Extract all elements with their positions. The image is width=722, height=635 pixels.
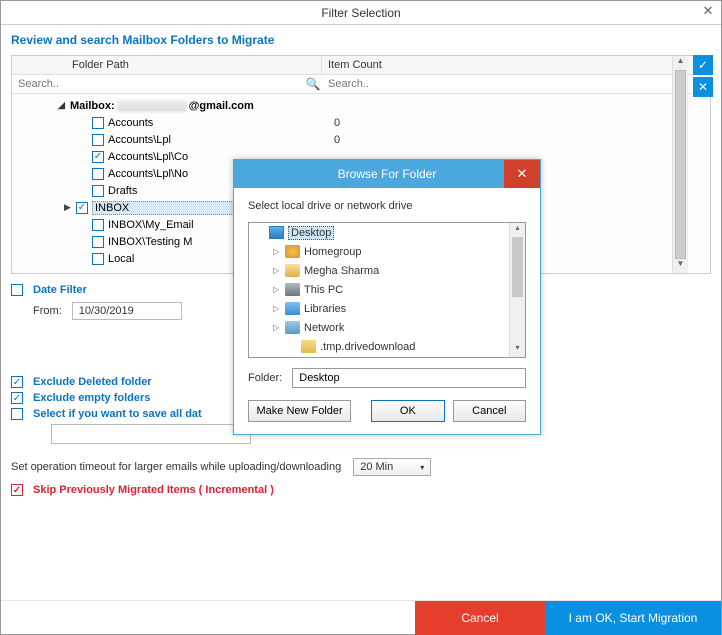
- exclude-empty-label: Exclude empty folders: [33, 392, 150, 404]
- drive-tree-item[interactable]: Desktop: [249, 223, 525, 242]
- folder-name-input[interactable]: [292, 368, 526, 388]
- row-checkbox[interactable]: [92, 117, 104, 129]
- folder-field-label: Folder:: [248, 372, 282, 384]
- expand-icon[interactable]: ▶: [64, 202, 76, 213]
- table-row[interactable]: Accounts\Lpl0: [12, 131, 710, 148]
- mailbox-row[interactable]: ◢ Mailbox: @gmail.com: [12, 97, 710, 114]
- skip-migrated-checkbox[interactable]: [11, 484, 23, 496]
- scroll-down-icon[interactable]: ▼: [673, 259, 688, 273]
- tree-item-label: This PC: [304, 284, 343, 296]
- make-new-folder-button[interactable]: Make New Folder: [248, 400, 351, 422]
- col-header-path[interactable]: Folder Path: [12, 56, 322, 74]
- dialog-instruction: Select local drive or network drive: [248, 200, 526, 212]
- expand-icon[interactable]: ▷: [273, 247, 281, 256]
- drive-tree-item[interactable]: .tmp.drivedownload: [249, 337, 525, 356]
- tree-item-label: Megha Sharma: [304, 265, 379, 277]
- search-count-input[interactable]: [322, 75, 692, 93]
- start-migration-button[interactable]: I am OK, Start Migration: [545, 601, 721, 635]
- lib-icon: [285, 302, 300, 315]
- tree-item-label: .tmp.drivedownload: [320, 341, 415, 353]
- window-title: Filter Selection: [321, 6, 400, 20]
- dialog-ok-button[interactable]: OK: [371, 400, 444, 422]
- titlebar: Filter Selection ✕: [1, 1, 721, 25]
- search-path-input[interactable]: [12, 75, 304, 93]
- row-checkbox[interactable]: [92, 185, 104, 197]
- cancel-button[interactable]: Cancel: [415, 601, 545, 635]
- chevron-down-icon: ▾: [420, 463, 424, 472]
- row-label: Accounts\Lpl: [108, 134, 334, 146]
- exclude-empty-checkbox[interactable]: [11, 392, 23, 404]
- row-label: Accounts: [108, 117, 334, 129]
- row-count: 0: [334, 117, 340, 129]
- scroll-down-icon[interactable]: ▾: [510, 343, 525, 357]
- home-icon: [285, 245, 300, 258]
- scroll-thumb[interactable]: [512, 237, 523, 297]
- expand-icon[interactable]: ▷: [273, 323, 281, 332]
- grid-scrollbar[interactable]: ▲ ▼: [672, 56, 688, 273]
- row-checkbox[interactable]: [92, 253, 104, 265]
- date-filter-checkbox[interactable]: [11, 284, 23, 296]
- footer: Cancel I am OK, Start Migration: [1, 600, 721, 634]
- select-all-button[interactable]: ✓: [693, 55, 713, 75]
- tree-item-label: Network: [304, 322, 344, 334]
- save-path-input[interactable]: [51, 424, 251, 444]
- row-checkbox[interactable]: [92, 134, 104, 146]
- row-count: 0: [334, 134, 340, 146]
- row-checkbox[interactable]: [92, 236, 104, 248]
- dialog-titlebar: Browse For Folder ✕: [234, 160, 540, 188]
- dialog-close-button[interactable]: ✕: [504, 160, 540, 188]
- row-checkbox[interactable]: [92, 151, 104, 163]
- desktop-icon: [269, 226, 284, 239]
- redacted-text: [117, 100, 187, 112]
- table-row[interactable]: Accounts0: [12, 114, 710, 131]
- row-checkbox[interactable]: [92, 168, 104, 180]
- close-icon[interactable]: ✕: [699, 3, 717, 21]
- dialog-cancel-button[interactable]: Cancel: [453, 400, 526, 422]
- scroll-up-icon[interactable]: ▲: [673, 56, 688, 70]
- browse-folder-dialog: Browse For Folder ✕ Select local drive o…: [233, 159, 541, 435]
- drive-tree-item[interactable]: ▷ Megha Sharma: [249, 261, 525, 280]
- skip-migrated-label: Skip Previously Migrated Items ( Increme…: [33, 484, 274, 496]
- row-checkbox[interactable]: [92, 219, 104, 231]
- drive-tree-item[interactable]: ▷ Libraries: [249, 299, 525, 318]
- page-subtitle: Review and search Mailbox Folders to Mig…: [1, 25, 721, 55]
- timeout-select[interactable]: 20 Min ▾: [353, 458, 431, 476]
- drive-tree[interactable]: Desktop ▷ Homegroup ▷ Megha Sharma ▷ This PC ▷ L…: [248, 222, 526, 358]
- folder-icon: [301, 340, 316, 353]
- from-label: From:: [33, 305, 62, 317]
- save-all-checkbox[interactable]: [11, 408, 23, 420]
- search-icon[interactable]: 🔍: [304, 75, 322, 93]
- tree-item-label: Desktop: [288, 226, 334, 240]
- exclude-deleted-checkbox[interactable]: [11, 376, 23, 388]
- drive-tree-item[interactable]: ▷ This PC: [249, 280, 525, 299]
- scroll-up-icon[interactable]: ▴: [510, 223, 525, 237]
- date-filter-label: Date Filter: [33, 284, 87, 296]
- collapse-icon[interactable]: ◢: [58, 100, 70, 111]
- timeout-label: Set operation timeout for larger emails …: [11, 461, 341, 473]
- scroll-thumb[interactable]: [675, 70, 686, 259]
- user-icon: [285, 264, 300, 277]
- deselect-all-button[interactable]: ✕: [693, 77, 713, 97]
- expand-icon[interactable]: ▷: [273, 266, 281, 275]
- expand-icon[interactable]: ▷: [273, 285, 281, 294]
- pc-icon: [285, 283, 300, 296]
- save-all-label: Select if you want to save all dat: [33, 408, 202, 420]
- col-header-count[interactable]: Item Count: [322, 56, 710, 74]
- dialog-scrollbar[interactable]: ▴ ▾: [509, 223, 525, 357]
- drive-tree-item[interactable]: ▷ Network: [249, 318, 525, 337]
- expand-icon[interactable]: ▷: [273, 304, 281, 313]
- row-checkbox[interactable]: [76, 202, 88, 214]
- net-icon: [285, 321, 300, 334]
- tree-item-label: Homegroup: [304, 246, 361, 258]
- exclude-deleted-label: Exclude Deleted folder: [33, 376, 152, 388]
- drive-tree-item[interactable]: ▷ Homegroup: [249, 242, 525, 261]
- from-date-input[interactable]: 10/30/2019: [72, 302, 182, 320]
- tree-item-label: Libraries: [304, 303, 346, 315]
